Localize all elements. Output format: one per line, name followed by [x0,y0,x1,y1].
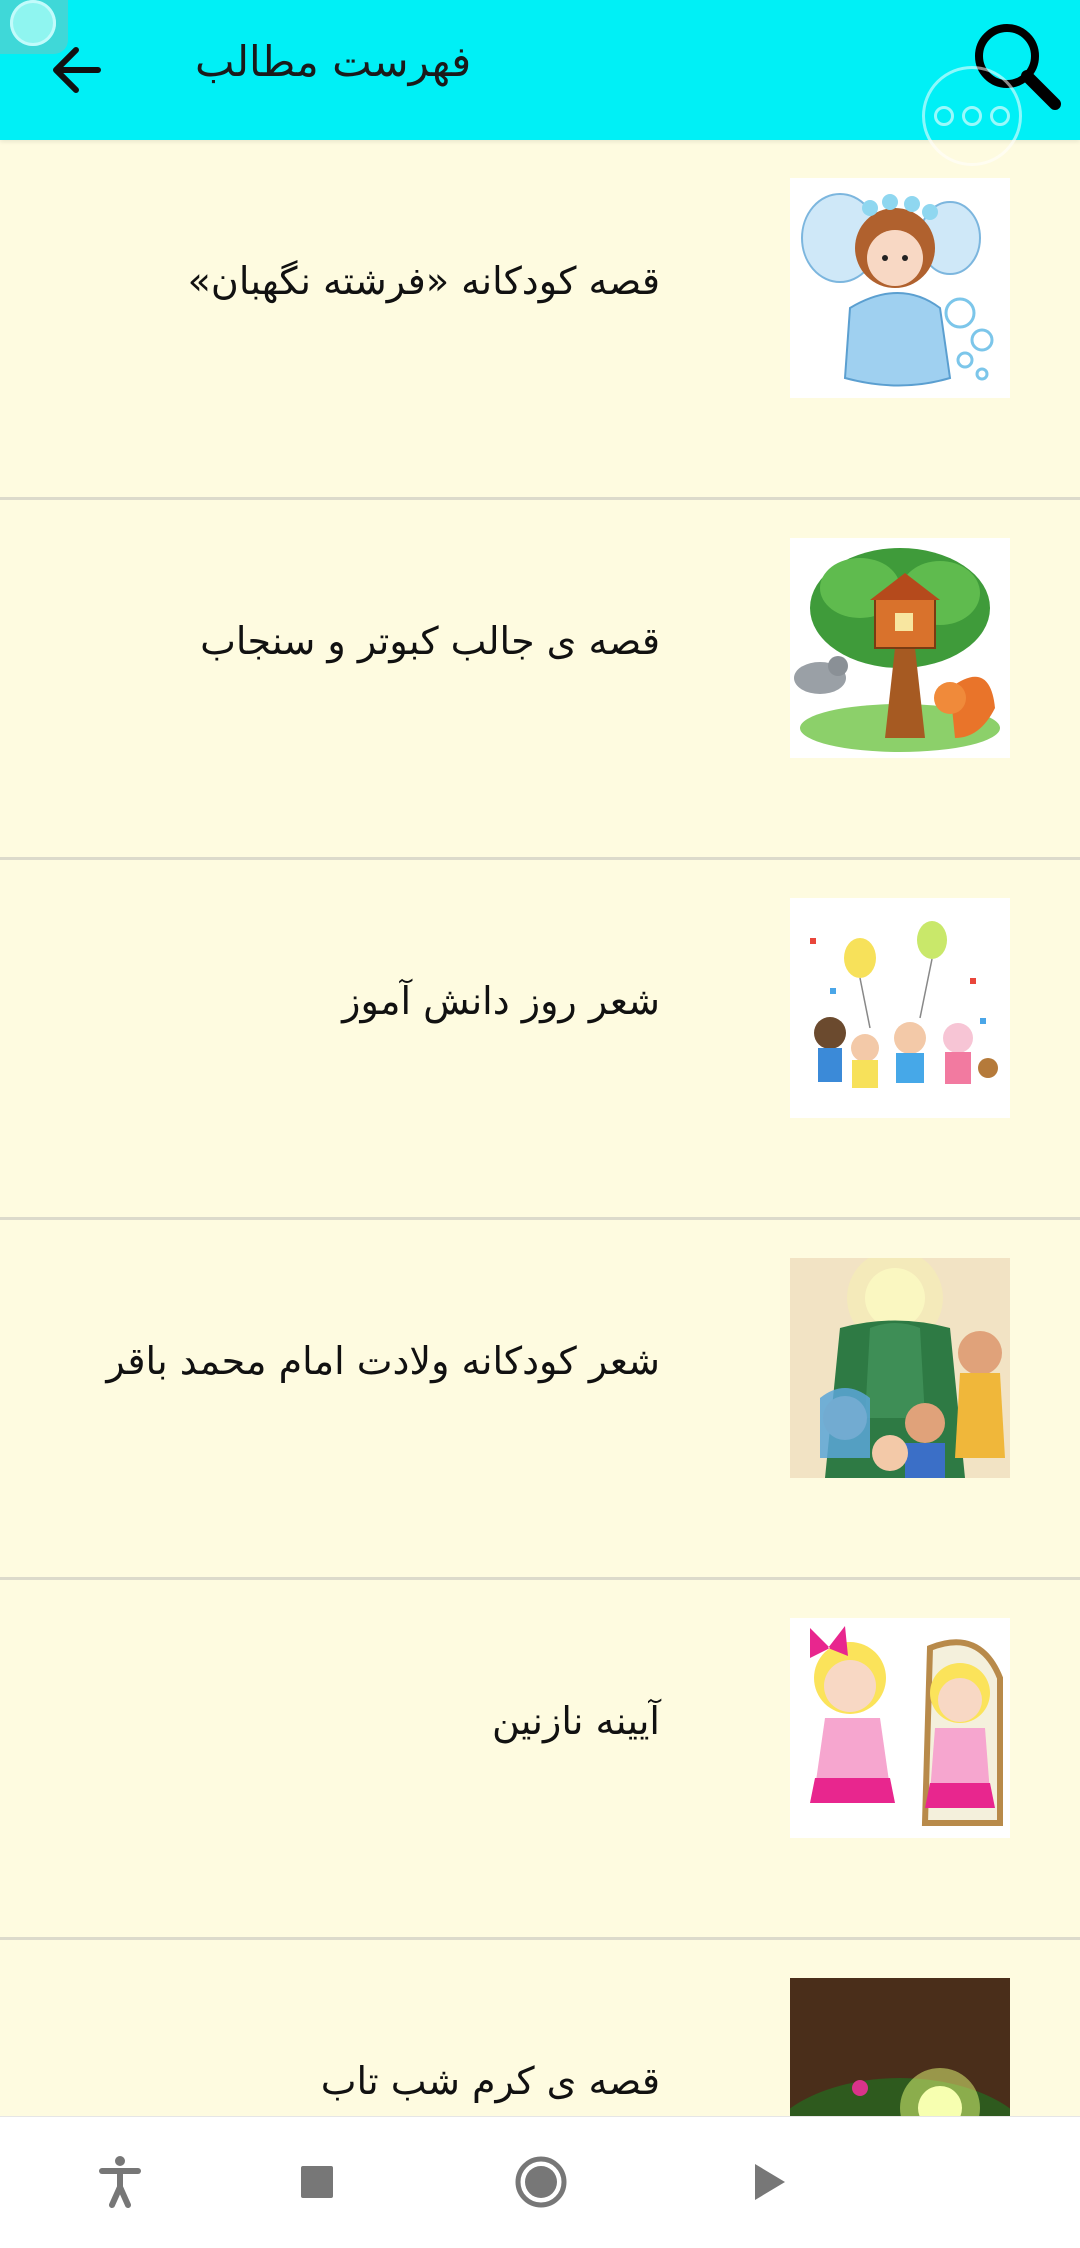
more-dots-icon[interactable] [922,66,1022,166]
list-item-label: قصه کودکانه «فرشته نگهبان» [187,259,660,303]
stop-icon [301,2166,333,2198]
play-button[interactable] [733,2147,803,2217]
list-item[interactable]: آیینه نازنین [0,1580,1080,1940]
treehouse-pigeon-squirrel-illustration [790,538,1010,758]
list-item-label: قصه ی کرم شب تاب [320,2059,660,2103]
content-list: قصه کودکانه «فرشته نگهبان» قصه ی جالب کب… [0,140,1080,2116]
list-item[interactable]: قصه ی جالب کبوتر و سنجاب [0,500,1080,860]
glowworm-illustration [790,1978,1010,2116]
list-item[interactable]: شعر کودکانه ولادت امام محمد باقر [0,1220,1080,1580]
list-item-label: شعر روز دانش آموز [342,979,660,1023]
bottom-nav-bar [0,2116,1080,2248]
record-button[interactable] [506,2147,576,2217]
list-item-label: آیینه نازنین [492,1699,660,1743]
list-item-label: قصه ی جالب کبوتر و سنجاب [200,619,660,663]
list-item[interactable]: قصه کودکانه «فرشته نگهبان» [0,140,1080,500]
imam-children-illustration [790,1258,1010,1478]
stop-button[interactable] [282,2147,352,2217]
play-icon [755,2164,785,2200]
app-header: فهرست مطالب [0,0,1080,140]
list-item[interactable]: قصه ی کرم شب تاب [0,1940,1080,2116]
list-item[interactable]: شعر روز دانش آموز [0,860,1080,1220]
floating-bubble-icon[interactable] [0,0,68,54]
record-icon [515,2156,567,2208]
accessibility-button[interactable] [85,2147,155,2217]
girl-mirror-illustration [790,1618,1010,1838]
list-item-label: شعر کودکانه ولادت امام محمد باقر [106,1339,660,1383]
accessibility-icon [99,2156,141,2208]
children-balloons-illustration [790,898,1010,1118]
angel-doll-illustration [790,178,1010,398]
page-title: فهرست مطالب [195,37,472,86]
